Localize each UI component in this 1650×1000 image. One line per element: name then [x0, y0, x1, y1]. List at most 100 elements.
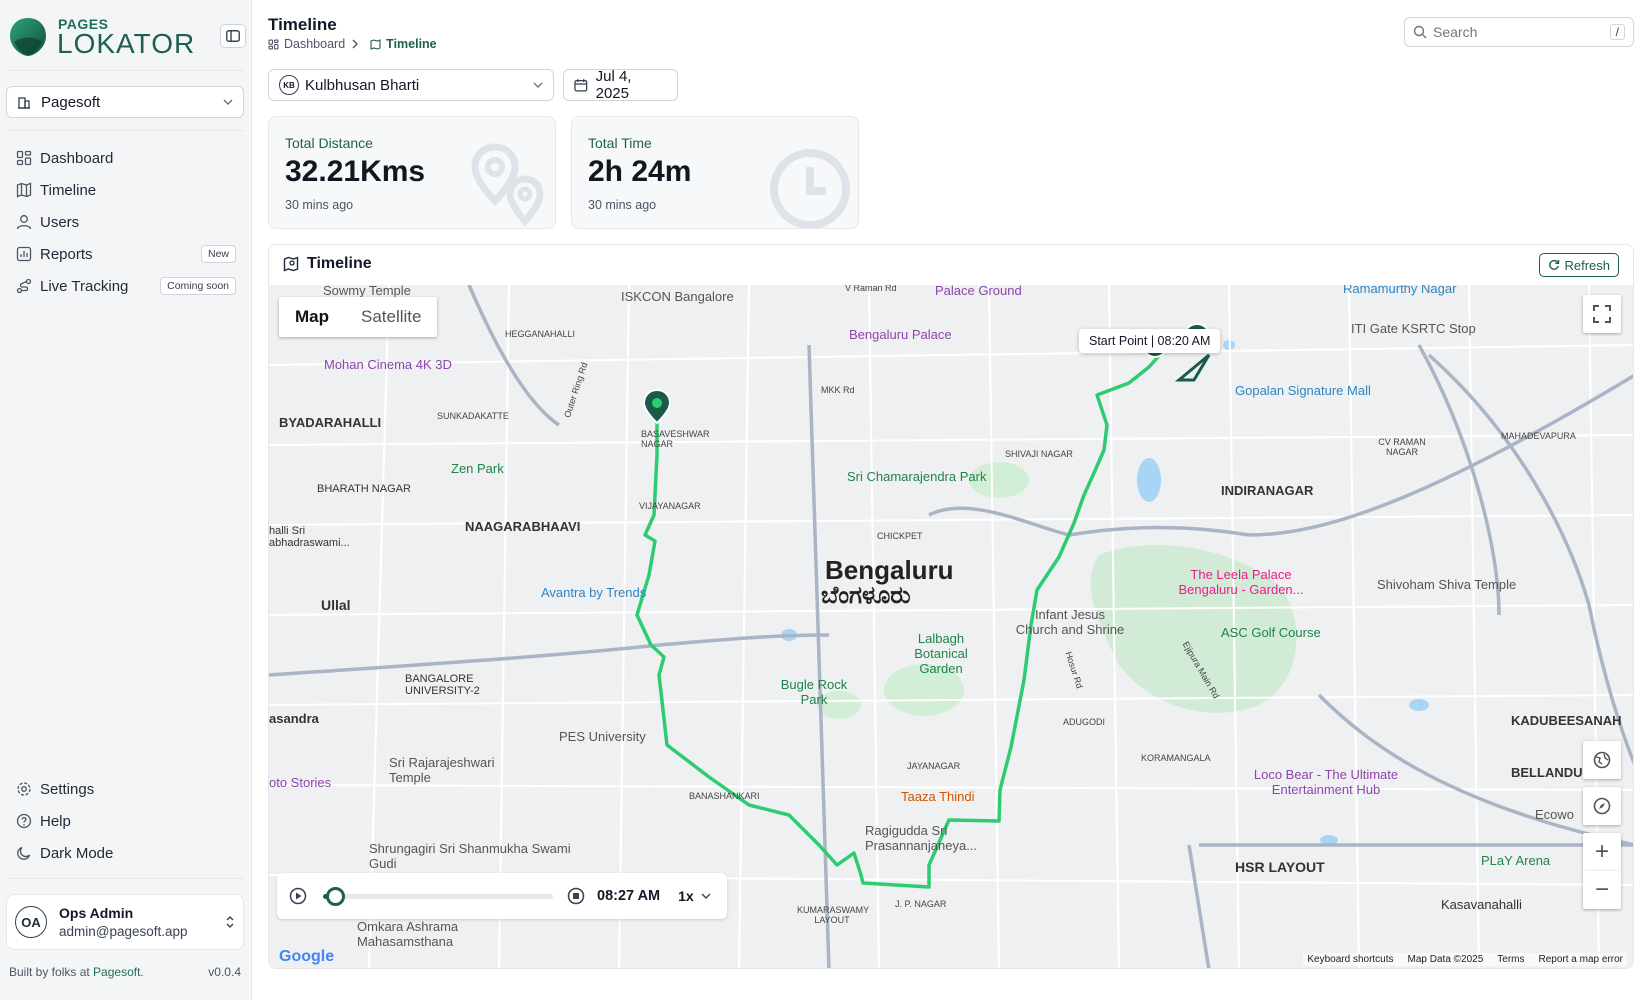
playback-slider-handle[interactable] [325, 886, 345, 906]
map-label: Ragigudda Sri Prasannanjaneya... [865, 823, 978, 853]
map-label: PES University [559, 729, 646, 744]
stop-icon[interactable] [567, 887, 585, 905]
playback-speed: 1x [678, 888, 694, 904]
search-box[interactable]: / [1404, 17, 1634, 47]
moon-icon [17, 846, 31, 860]
date-picker[interactable]: Jul 4, 2025 [563, 68, 678, 102]
zoom-out-button[interactable]: − [1583, 871, 1621, 909]
sidebar-item-label: Reports [40, 245, 93, 263]
globe-icon [1593, 751, 1611, 769]
dashboard-icon [16, 150, 32, 166]
fullscreen-icon [1593, 305, 1611, 323]
app-logo[interactable]: PAGES LOKATOR [8, 14, 208, 60]
breadcrumb-dashboard-link[interactable]: Dashboard [284, 37, 345, 51]
map-label: ITI Gate KSRTC Stop [1351, 321, 1476, 336]
map-label: BASAVESHWAR NAGAR [641, 429, 710, 449]
dashboard-icon [268, 38, 279, 50]
playback-speed-select[interactable]: 1x [678, 888, 714, 904]
map-pin-icon [283, 256, 299, 272]
terms-link[interactable]: Terms [1497, 954, 1524, 965]
sidebar-item-label: Help [40, 812, 71, 830]
sidebar-divider [6, 70, 244, 71]
map-label: CHICKPET [877, 531, 923, 541]
search-shortcut-key: / [1609, 24, 1625, 40]
compass-icon [1593, 797, 1611, 815]
map-label: Shivoham Shiva Temple [1377, 577, 1517, 592]
search-icon [1413, 25, 1427, 39]
google-logo: Google [279, 948, 335, 965]
gear-icon [17, 782, 31, 796]
report-error-link[interactable]: Report a map error [1539, 954, 1623, 965]
map-label: Zen Park [451, 461, 504, 476]
sidebar-item-label: Dark Mode [40, 844, 114, 862]
map-label: oto Stories [269, 775, 332, 790]
map-label: MAHADEVAPURA [1501, 431, 1576, 441]
zoom-in-button[interactable]: + [1583, 833, 1621, 871]
start-point-tooltip: Start Point | 08:20 AM [1079, 329, 1221, 353]
map-attribution: Keyboard shortcuts Map Data ©2025 Terms … [1303, 953, 1627, 966]
map-type-map[interactable]: Map [279, 297, 345, 337]
map-label: MKK Rd [821, 385, 855, 395]
chevron-down-icon [223, 99, 233, 105]
employee-avatar: KB [279, 75, 299, 95]
clock-icon [770, 149, 850, 228]
globe-button[interactable] [1583, 741, 1621, 779]
sidebar-item-help[interactable]: Help [0, 805, 252, 837]
sidebar-item-dark-mode[interactable]: Dark Mode [0, 837, 252, 869]
chevron-down-icon [701, 893, 711, 899]
timeline-card: Timeline Refresh Bengaluru ಬೆಂಗಳೂರು ISKC… [268, 244, 1634, 969]
map-label: Mohan Cinema 4K 3D [324, 357, 452, 372]
sidebar-item-label: Timeline [40, 181, 97, 199]
map-label: KUMARASWAMY LAYOUT [797, 905, 870, 925]
sidebar-item-live-tracking[interactable]: Live Tracking Coming soon [0, 270, 252, 302]
employee-select[interactable]: KB Kulbhusan Bharti [268, 69, 554, 101]
map-label: BYADARAHALLI [279, 415, 382, 430]
map-type-satellite[interactable]: Satellite [345, 297, 437, 337]
map-label: Infant Jesus Church and Shrine [1015, 607, 1125, 637]
sidebar-item-settings[interactable]: Settings [0, 773, 252, 805]
route-icon [16, 278, 32, 294]
footer-prefix: Built by folks at [9, 965, 94, 979]
fullscreen-button[interactable] [1583, 295, 1621, 333]
sidebar-bottom-nav: Settings Help Dark Mode [0, 773, 252, 869]
map-label: JAYANAGAR [907, 761, 961, 771]
refresh-icon [1549, 259, 1560, 270]
chevron-down-icon [533, 82, 543, 88]
map-label: Palace Ground [935, 285, 1022, 298]
organization-select[interactable]: Pagesoft [6, 86, 244, 118]
calendar-icon [574, 79, 588, 92]
sidebar-item-reports[interactable]: Reports New [0, 238, 252, 270]
footer-brand-link[interactable]: Pagesoft [93, 965, 140, 979]
map-label: Kasavanahalli [1441, 897, 1522, 912]
employee-name: Kulbhusan Bharti [305, 76, 420, 94]
playback-slider[interactable] [323, 886, 553, 906]
sidebar-toggle-button[interactable] [220, 24, 246, 48]
coming-soon-badge: Coming soon [160, 277, 236, 295]
map-label: Avantra by Trends [541, 585, 647, 600]
stat-title: Total Time [588, 135, 652, 151]
new-badge: New [200, 245, 236, 263]
app-version: v0.0.4 [208, 965, 241, 979]
sidebar-item-dashboard[interactable]: Dashboard [0, 142, 252, 174]
map-label: ISKCON Bangalore [621, 289, 734, 304]
sidebar-item-users[interactable]: Users [0, 206, 252, 238]
page-title: Timeline [268, 15, 337, 34]
map-view[interactable]: S Bengaluru ಬೆಂಗಳೂರು ISKCON Bangalore Pa… [269, 285, 1633, 968]
search-input[interactable] [1433, 24, 1610, 40]
my-location-button[interactable] [1583, 787, 1621, 825]
play-icon[interactable] [289, 887, 307, 905]
sidebar-item-timeline[interactable]: Timeline [0, 174, 252, 206]
refresh-button[interactable]: Refresh [1539, 253, 1619, 277]
map-label: Gopalan Signature Mall [1235, 383, 1371, 398]
map-label: Ecowo [1535, 807, 1575, 822]
user-menu[interactable]: OA Ops Admin admin@pagesoft.app [6, 894, 244, 950]
avatar: OA [15, 906, 47, 938]
map-label: BANASHANKARI [689, 791, 760, 801]
keyboard-shortcuts-link[interactable]: Keyboard shortcuts [1307, 954, 1393, 965]
map-label: KORAMANGALA [1141, 753, 1211, 763]
map-label: HEGGANAHALLI [505, 329, 576, 339]
map-label: Sri Rajarajeshwari Temple [389, 755, 495, 785]
sidebar: PAGES LOKATOR Pagesoft Dashboard Timelin… [0, 0, 252, 1000]
map-label: PLaY Arena [1481, 853, 1551, 868]
selected-date: Jul 4, 2025 [595, 68, 632, 102]
